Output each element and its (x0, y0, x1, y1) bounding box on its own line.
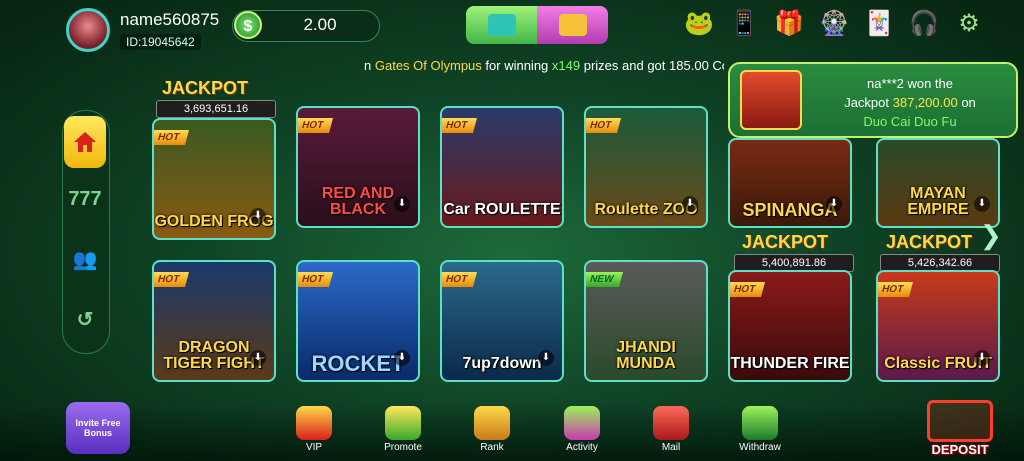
hot-badge: HOT (442, 272, 478, 287)
nav-label: Promote (384, 442, 422, 453)
toast-user: na***2 won the (866, 76, 953, 91)
nav-label: Withdraw (739, 442, 781, 453)
nav-promote[interactable]: Promote (373, 406, 433, 453)
nav-rank[interactable]: Rank (462, 406, 522, 453)
game-red-and-black[interactable]: HOT RED AND BLACK ⬇ (296, 106, 420, 228)
gold-pig-icon (558, 14, 587, 36)
win-marquee: n Gates Of Olympus for winning x149 priz… (364, 58, 724, 78)
history-icon[interactable]: ↺ (66, 300, 104, 338)
hot-badge: HOT (298, 272, 334, 287)
user-id: ID:19045642 (120, 34, 201, 50)
nav-mail[interactable]: Mail (641, 406, 701, 453)
game-car-roulette[interactable]: HOT Car ROULETTE (440, 106, 564, 228)
download-icon[interactable]: ⬇ (826, 196, 842, 212)
toast-amount: 387,200.00 (892, 95, 958, 110)
nav-label: Activity (566, 442, 598, 453)
mailbox-icon (653, 406, 689, 440)
download-icon[interactable]: ⬇ (974, 196, 990, 212)
gift-basket-icon (564, 406, 600, 440)
jackpot-label: JACKPOT (162, 78, 249, 98)
marquee-amount: 185.00 (669, 58, 709, 73)
download-icon[interactable]: ⬇ (394, 350, 410, 366)
marquee-prefix: n (364, 58, 372, 73)
game-mayan-empire[interactable]: MAYAN EMPIRE ⬇ (876, 138, 1000, 228)
marquee-text: for winning (485, 58, 549, 73)
hot-badge: HOT (298, 118, 334, 133)
nav-label: VIP (305, 442, 323, 453)
marquee-game: Gates Of Olympus (374, 58, 482, 73)
game-thunder-fire[interactable]: HOT THUNDER FIRE (728, 270, 852, 382)
game-roulette-zoo[interactable]: HOT Roulette ZOO ⬇ (584, 106, 708, 228)
game-spinanga[interactable]: SPINANGA ⬇ (728, 138, 852, 228)
download-icon[interactable]: ⬇ (682, 196, 698, 212)
game-rocket[interactable]: HOT ROCKET ⬇ (296, 260, 420, 382)
download-icon[interactable]: ⬇ (974, 350, 990, 366)
home-icon[interactable] (64, 116, 106, 168)
tab-gold-pig[interactable] (537, 6, 608, 44)
game-7up7down[interactable]: HOT 7up7down ⬇ (440, 260, 564, 382)
shopping-cart-icon (927, 400, 993, 442)
nav-activity[interactable]: Activity (552, 406, 612, 453)
jackpot-win-message: na***2 won the Jackpot 387,200.00 on Duo… (810, 74, 1010, 131)
game-title: THUNDER FIRE (730, 355, 850, 372)
lucky-wheel-icon[interactable]: 🎡 (815, 4, 853, 42)
slots-777-icon[interactable]: 777 (66, 180, 104, 218)
marquee-multiplier: x149 (551, 58, 581, 73)
frog-bonus-icon[interactable]: 🐸 (680, 4, 718, 42)
toast-game: Duo Cai Duo Fu (863, 114, 957, 129)
nav-label: Mail (661, 442, 681, 453)
tab-treasure[interactable] (466, 6, 537, 44)
top-tabs (466, 6, 608, 44)
hot-badge: HOT (730, 282, 766, 297)
toast-label: Jackpot (844, 95, 889, 110)
toast-on: on (961, 95, 976, 110)
game-golden-frog[interactable]: HOT GOLDEN FROG ⬇ (152, 118, 276, 240)
customer-service-icon[interactable]: 🎧 (905, 4, 943, 42)
username: name560875 (120, 10, 220, 29)
hot-badge: HOT (586, 118, 622, 133)
withdraw-icon (742, 406, 778, 440)
nav-label: Rank (480, 442, 504, 453)
balance-amount: 2.00 (303, 15, 337, 34)
gift-box-icon[interactable]: 🎁 (770, 4, 808, 42)
game-classic-fruit[interactable]: HOT Classic FRUIT ⬇ (876, 270, 1000, 382)
dollar-coin-icon: $ (234, 11, 262, 39)
scroll-right-arrow-icon[interactable]: ❯ (980, 220, 1002, 250)
header-icons: 🐸 📱 🎁 🎡 🃏 🎧 ⚙ (680, 4, 988, 42)
jackpot-value-golden-frog: 3,693,651.16 (156, 100, 276, 118)
marquee-suffix: Coins (712, 58, 724, 73)
invite-bonus-button[interactable]: Invite Free Bonus (66, 402, 130, 454)
jackpot-label: JACKPOT (742, 232, 829, 252)
nav-withdraw[interactable]: Withdraw (730, 406, 790, 453)
new-badge: NEW (586, 272, 624, 287)
hot-badge: HOT (878, 282, 914, 297)
jackpot-label: JACKPOT (886, 232, 973, 252)
duo-cai-duo-fu-thumbnail (740, 70, 802, 130)
game-jhandi-munda[interactable]: NEW JHANDI MUNDA (584, 260, 708, 382)
card-task-icon[interactable]: 🃏 (860, 4, 898, 42)
marquee-text-2: prizes and got (583, 58, 666, 73)
download-icon[interactable]: ⬇ (538, 350, 554, 366)
download-icon[interactable]: ⬇ (250, 350, 266, 366)
deposit-label: DEPOSIT (931, 442, 989, 457)
trophy-icon (474, 406, 510, 440)
phone-coins-icon[interactable]: 📱 (725, 4, 763, 42)
game-title: JHANDI MUNDA (616, 339, 676, 372)
user-avatar[interactable] (66, 8, 110, 52)
game-title: Car ROULETTE (443, 201, 561, 218)
settings-gear-icon[interactable]: ⚙ (950, 4, 988, 42)
vip-crown-icon (296, 406, 332, 440)
treasure-chest-icon (487, 14, 516, 36)
game-dragon-tiger-fight[interactable]: HOT DRAGON TIGER FIGHT ⬇ (152, 260, 276, 382)
coins-icon (385, 406, 421, 440)
deposit-button[interactable]: DEPOSIT (920, 400, 1000, 461)
hot-badge: HOT (154, 272, 190, 287)
hot-badge: HOT (442, 118, 478, 133)
download-icon[interactable]: ⬇ (394, 196, 410, 212)
download-icon[interactable]: ⬇ (250, 208, 266, 224)
hot-badge: HOT (154, 130, 190, 145)
nav-vip[interactable]: VIP (284, 406, 344, 453)
players-icon[interactable]: 👥 (66, 240, 104, 278)
